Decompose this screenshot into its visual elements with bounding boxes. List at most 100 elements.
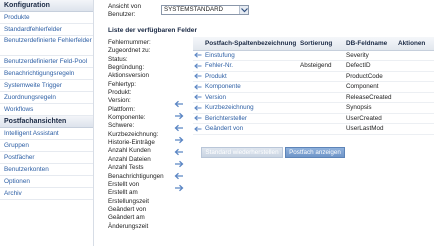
- arrow-right-icon[interactable]: [174, 184, 184, 192]
- field-item[interactable]: Produkt:: [108, 89, 172, 97]
- available-fields-title: Liste der verfügbaren Felder: [108, 27, 198, 34]
- sidebar-item-options[interactable]: Optionen: [0, 176, 93, 188]
- sort-value: [298, 92, 344, 103]
- field-item[interactable]: Erstellt am: [108, 189, 172, 197]
- available-fields-list[interactable]: Fehlernummer: Zugeordnet zu: Status: Beg…: [108, 39, 172, 231]
- chevron-down-icon[interactable]: [239, 6, 248, 14]
- arrow-left-icon[interactable]: [174, 172, 184, 180]
- arrow-left-icon[interactable]: [194, 52, 202, 58]
- table-row: Einstufung Severity: [193, 50, 434, 61]
- arrow-left-icon[interactable]: [194, 125, 202, 132]
- field-item[interactable]: Zugeordnet zu:: [108, 47, 172, 55]
- sidebar-item-notification-rules[interactable]: Benachrichtigungsregeln: [0, 68, 93, 80]
- arrow-left-icon[interactable]: [194, 104, 202, 111]
- sidebar-section-inbox-views: Postfachansichten: [0, 116, 93, 128]
- column-label-link[interactable]: Komponente: [203, 81, 298, 93]
- sidebar-item-intelligent-assistant[interactable]: Intelligent Assistant: [0, 128, 93, 140]
- sidebar-item-standard-defect-fields[interactable]: Standardfehlerfelder: [0, 24, 93, 36]
- field-item[interactable]: Änderungszeit: [108, 223, 172, 231]
- field-item[interactable]: Status:: [108, 56, 172, 64]
- sort-value: [298, 113, 344, 124]
- arrow-left-icon[interactable]: [174, 124, 184, 132]
- sidebar-item-workflows[interactable]: Workflows: [0, 104, 93, 116]
- sort-value: [298, 102, 344, 114]
- field-item[interactable]: Erstellt von: [108, 181, 172, 189]
- column-label-link[interactable]: Produkt: [203, 71, 298, 82]
- sidebar-item-groups[interactable]: Gruppen: [0, 140, 93, 152]
- arrow-left-icon[interactable]: [194, 73, 202, 79]
- column-label-link[interactable]: Kurzbezeichnung: [203, 102, 298, 114]
- field-item[interactable]: Erstellungszeit: [108, 198, 172, 206]
- arrow-left-icon[interactable]: [174, 148, 184, 156]
- sidebar-item-system-triggers[interactable]: Systemweite Trigger: [0, 80, 93, 92]
- column-header-label[interactable]: Postfach-Spaltenbezeichnung: [203, 37, 298, 51]
- move-buttons: [174, 100, 185, 196]
- db-field-value: UserCreated: [344, 113, 396, 124]
- sort-value: [298, 123, 344, 135]
- field-item[interactable]: Schwere:: [108, 122, 172, 130]
- db-field-value: Component: [344, 81, 396, 93]
- sidebar-item-products[interactable]: Produkte: [0, 12, 93, 24]
- field-item[interactable]: Aktionsversion: [108, 72, 172, 80]
- field-item[interactable]: Komponente:: [108, 114, 172, 122]
- arrow-left-icon[interactable]: [174, 100, 184, 108]
- field-item[interactable]: Historie-Einträge: [108, 139, 172, 147]
- field-item[interactable]: Geändert am: [108, 214, 172, 222]
- column-header-sort[interactable]: Sortierung: [298, 37, 344, 51]
- restore-defaults-button[interactable]: Standard wiederherstellen: [201, 147, 283, 158]
- field-item[interactable]: Geändert von: [108, 206, 172, 214]
- table-row: Fehler-Nr. Absteigend DefectID: [193, 60, 434, 72]
- sidebar-item-custom-defect-fields[interactable]: Benutzerdefinierte Fehlerfelder: [0, 36, 93, 56]
- table-row: Version ReleaseCreated: [193, 92, 434, 103]
- column-label-link[interactable]: Geändert von: [203, 123, 298, 135]
- db-field-value: ReleaseCreated: [344, 92, 396, 103]
- table-header-row: Postfach-Spaltenbezeichnung Sortierung D…: [193, 37, 434, 51]
- sort-value: [298, 71, 344, 82]
- sort-value: [298, 81, 344, 93]
- field-item[interactable]: Anzahl Kunden: [108, 147, 172, 155]
- column-header-actions: Aktionen: [396, 37, 434, 51]
- field-item[interactable]: Begründung:: [108, 64, 172, 72]
- sort-value: [298, 50, 344, 61]
- actions-cell: [396, 71, 434, 82]
- field-item[interactable]: Fehlertyp:: [108, 81, 172, 89]
- sidebar-item-custom-field-pool[interactable]: Benutzerdefinierter Feld-Pool: [0, 56, 93, 68]
- header-icon-cell: [193, 37, 203, 51]
- field-item[interactable]: Kurzbezeichnung:: [108, 131, 172, 139]
- column-label-link[interactable]: Berichtersteller: [203, 113, 298, 124]
- arrow-left-icon[interactable]: [194, 62, 202, 69]
- actions-cell: [396, 50, 434, 61]
- sidebar-section-configuration: Konfiguration: [0, 0, 93, 12]
- actions-cell: [396, 123, 434, 135]
- sidebar-item-assignment-rules[interactable]: Zuordnungsregeln: [0, 92, 93, 104]
- actions-cell: [396, 92, 434, 103]
- arrow-left-icon[interactable]: [194, 83, 202, 90]
- actions-cell: [396, 113, 434, 124]
- sidebar-item-inboxes[interactable]: Postfächer: [0, 152, 93, 164]
- arrow-right-icon[interactable]: [174, 112, 184, 120]
- main-panel: Ansicht von Benutzer: SYSTEMSTANDARD Lis…: [96, 0, 434, 246]
- table-row: Berichtersteller UserCreated: [193, 113, 434, 124]
- column-header-db-field[interactable]: DB-Feldname: [344, 37, 396, 51]
- show-inbox-button[interactable]: Postfach anzeigen: [285, 147, 345, 158]
- field-item[interactable]: Version:: [108, 97, 172, 105]
- field-item[interactable]: Benachrichtigungen: [108, 173, 172, 181]
- column-label-link[interactable]: Einstufung: [203, 50, 298, 61]
- view-user-select[interactable]: SYSTEMSTANDARD: [161, 5, 249, 15]
- field-item[interactable]: Fehlernummer:: [108, 39, 172, 47]
- sidebar-item-user-accounts[interactable]: Benutzerkonten: [0, 164, 93, 176]
- table-row: Kurzbezeichnung Synopsis: [193, 102, 434, 114]
- arrow-right-icon[interactable]: [174, 136, 184, 144]
- column-label-link[interactable]: Version: [203, 92, 298, 103]
- actions-cell: [396, 81, 434, 93]
- field-item[interactable]: Anzahl Dateien: [108, 156, 172, 164]
- field-item[interactable]: Anzahl Tests: [108, 164, 172, 172]
- sidebar-item-archive[interactable]: Archiv: [0, 188, 93, 200]
- view-user-select-value: SYSTEMSTANDARD: [164, 6, 224, 13]
- arrow-left-icon[interactable]: [194, 94, 202, 100]
- arrow-right-icon[interactable]: [174, 160, 184, 168]
- column-label-link[interactable]: Fehler-Nr.: [203, 60, 298, 72]
- db-field-value: UserLastMod: [344, 123, 396, 135]
- arrow-left-icon[interactable]: [194, 115, 202, 121]
- field-item[interactable]: Plattform:: [108, 106, 172, 114]
